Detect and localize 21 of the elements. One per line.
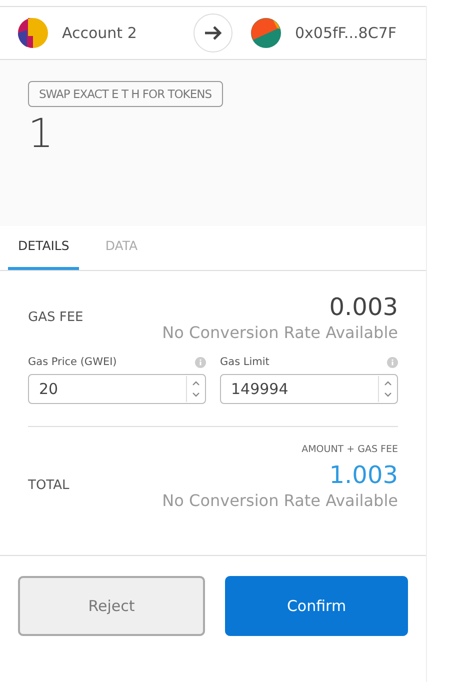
reject-button[interactable]: Reject [18,576,205,636]
tab[interactable]: DETAILS [8,226,80,270]
field-label: Gas Limit [220,356,270,368]
from-account-name: Account 2 [62,24,137,42]
gas-fee-label: GAS FEE [28,310,84,325]
conversion-note: No Conversion Rate Available [162,323,398,342]
arrow-right-icon [193,13,233,53]
total-caption: AMOUNT + GAS FEE [300,444,398,455]
number-input[interactable]: 149994 [220,374,398,404]
account-avatar-icon [18,18,48,48]
confirm-button[interactable]: Confirm [225,576,408,636]
recipient-avatar-icon [251,18,281,48]
total-label: TOTAL [28,478,70,493]
amount-value: 1 [28,111,54,157]
number-input[interactable]: 20 [28,374,206,404]
total-value: 1.003 [328,461,398,489]
recipient-address: 0x05fF...8C7F [295,24,396,42]
field-label: Gas Price (GWEI) [28,356,117,368]
conversion-note: No Conversion Rate Available [162,491,398,510]
gas-fee-value: 0.003 [328,293,398,321]
method-badge: SWAP EXACT E T H FOR TOKENS [28,81,223,107]
